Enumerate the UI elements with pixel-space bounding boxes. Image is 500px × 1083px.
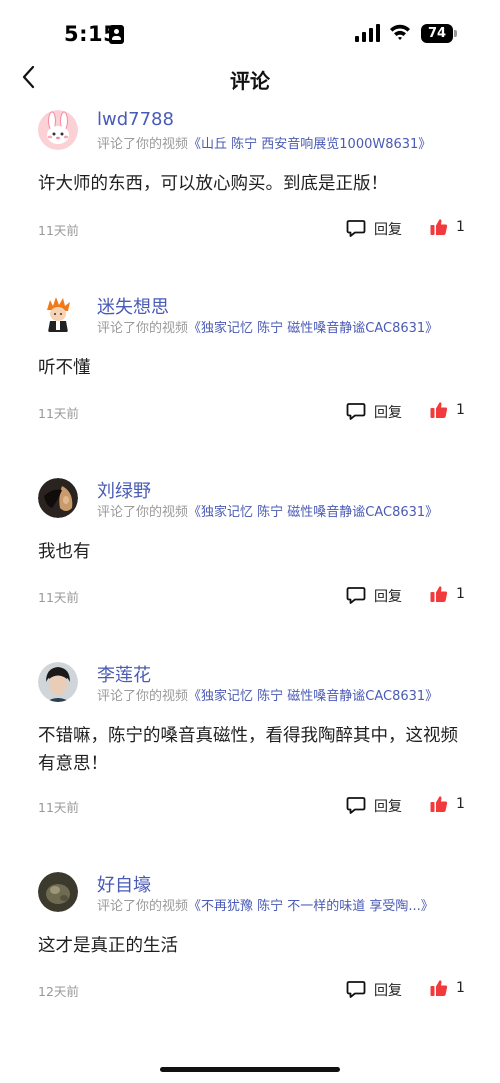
comment-username[interactable]: 刘绿野 [97,477,151,503]
video-link[interactable]: 《独家记忆 陈宁 磁性嗓音静谧CAC8631》 [188,689,438,704]
comment-text: 许大师的东西，可以放心购买。到底是正版！ [38,174,388,194]
comment-text: 听不懂 [38,358,91,378]
avatar[interactable] [38,662,78,702]
battery-icon: 74 [421,24,457,43]
reply-label: 回复 [374,405,402,421]
comment-actions: 11天前 回复 1 [0,794,500,816]
home-indicator[interactable] [160,1067,340,1072]
comment-text: 这才是真正的生活 [38,936,178,956]
comment-username[interactable]: 好自壕 [97,871,151,897]
comment-context: 评论了你的视频《独家记忆 陈宁 磁性嗓音静谧CAC8631》 [97,317,487,336]
avatar[interactable] [38,294,78,334]
video-link[interactable]: 《不再犹豫 陈宁 不一样的味道 享受陶...》 [188,899,434,914]
context-prefix: 评论了你的视频 [97,899,189,914]
context-prefix: 评论了你的视频 [97,321,189,336]
thumbs-up-icon [430,796,448,812]
like-count: 1 [456,402,465,418]
comment-username[interactable]: 李莲花 [97,661,151,687]
like-count: 1 [456,219,465,235]
comment-time: 11天前 [38,406,79,421]
context-prefix: 评论了你的视频 [97,689,189,704]
video-link[interactable]: 《独家记忆 陈宁 磁性嗓音静谧CAC8631》 [188,321,438,336]
reply-label: 回复 [374,222,402,238]
comment-actions: 11天前 回复 1 [0,400,500,422]
comment-bubble-icon [346,587,366,604]
like-count: 1 [456,980,465,996]
comment-time: 11天前 [38,590,79,605]
wifi-icon [390,24,410,40]
battery-level: 74 [427,26,447,41]
comment-username[interactable]: lwd7788 [97,109,174,130]
page-title: 评论 [230,69,270,93]
like-button[interactable]: 1 [430,584,470,606]
comment-context: 评论了你的视频《独家记忆 陈宁 磁性嗓音静谧CAC8631》 [97,685,487,704]
comment-text: 我也有 [38,542,91,562]
like-button[interactable]: 1 [430,978,470,1000]
comment-bubble-icon [346,220,366,237]
video-link[interactable]: 《独家记忆 陈宁 磁性嗓音静谧CAC8631》 [188,505,438,520]
thumbs-up-icon [430,586,448,602]
context-prefix: 评论了你的视频 [97,505,189,520]
comment-context: 评论了你的视频《不再犹豫 陈宁 不一样的味道 享受陶...》 [97,895,487,914]
thumbs-up-icon [430,980,448,996]
comment-text: 不错嘛，陈宁的嗓音真磁性，看得我陶醉其中，这视频有意思！ [38,726,458,774]
thumbs-up-icon [430,402,448,418]
comment-actions: 11天前 回复 1 [0,584,500,606]
comment-time: 12天前 [38,984,79,999]
comment-bubble-icon [346,981,366,998]
reply-label: 回复 [374,799,402,815]
comment-actions: 11天前 回复 1 [0,217,500,239]
like-button[interactable]: 1 [430,217,470,239]
comment-username[interactable]: 迷失想思 [97,293,169,319]
context-prefix: 评论了你的视频 [97,137,189,152]
comment-item: 好自壕 评论了你的视频《不再犹豫 陈宁 不一样的味道 享受陶...》 这才是真正… [0,866,500,1016]
comment-bubble-icon [346,797,366,814]
comment-time: 11天前 [38,223,79,238]
thumbs-up-icon [430,219,448,235]
avatar[interactable] [38,110,78,150]
comment-bubble-icon [346,403,366,420]
like-button[interactable]: 1 [430,400,470,422]
like-count: 1 [456,586,465,602]
like-count: 1 [456,796,465,812]
reply-label: 回复 [374,983,402,999]
comment-item: 迷失想思 评论了你的视频《独家记忆 陈宁 磁性嗓音静谧CAC8631》 听不懂 … [0,288,500,438]
video-link[interactable]: 《山丘 陈宁 西安音响展览1000W8631》 [188,137,431,152]
avatar[interactable] [38,872,78,912]
comment-actions: 12天前 回复 1 [0,978,500,1000]
comment-item: 李莲花 评论了你的视频《独家记忆 陈宁 磁性嗓音静谧CAC8631》 不错嘛，陈… [0,656,500,836]
like-button[interactable]: 1 [430,794,470,816]
cellular-signal-icon [355,24,381,42]
avatar[interactable] [38,478,78,518]
reply-label: 回复 [374,589,402,605]
comment-context: 评论了你的视频《山丘 陈宁 西安音响展览1000W8631》 [97,133,487,152]
comment-item: lwd7788 评论了你的视频《山丘 陈宁 西安音响展览1000W8631》 许… [0,104,500,254]
comment-item: 刘绿野 评论了你的视频《独家记忆 陈宁 磁性嗓音静谧CAC8631》 我也有 1… [0,472,500,622]
nav-bar: 评论 [0,56,500,100]
comment-time: 11天前 [38,800,79,815]
contact-card-icon [109,25,124,44]
comment-context: 评论了你的视频《独家记忆 陈宁 磁性嗓音静谧CAC8631》 [97,501,487,520]
